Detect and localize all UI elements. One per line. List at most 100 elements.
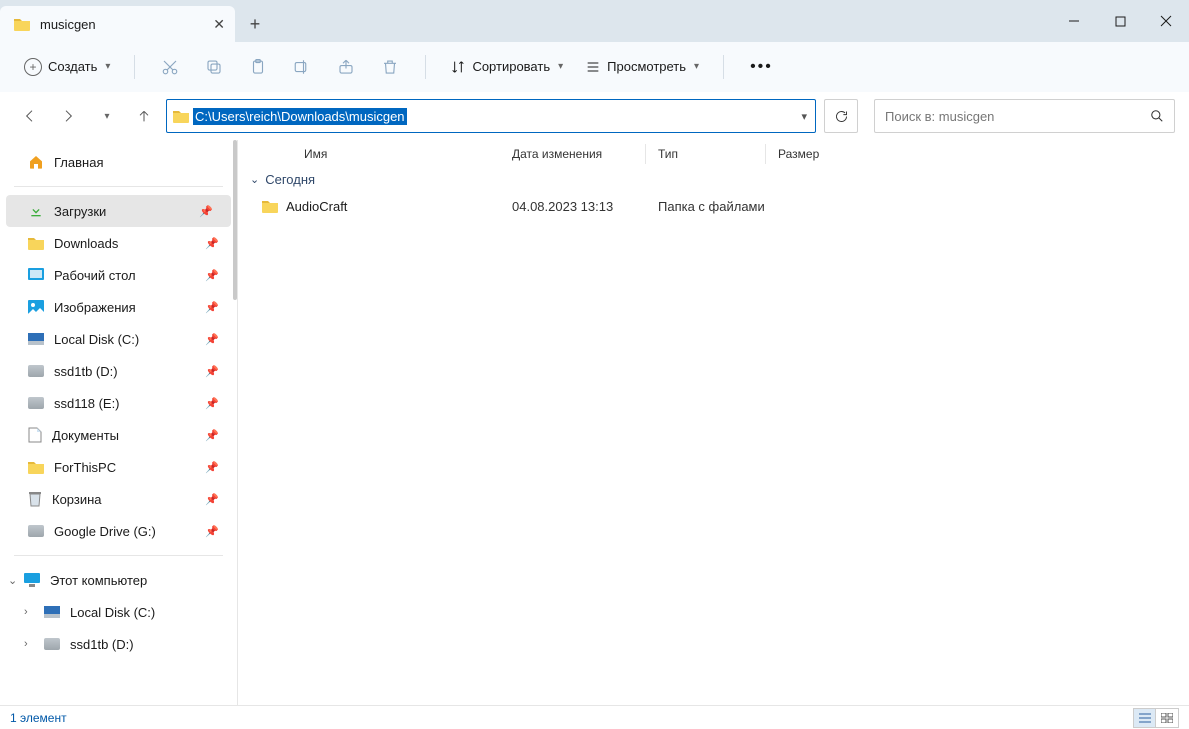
recent-button[interactable]: ▾ xyxy=(90,100,122,132)
folder-icon xyxy=(173,109,189,123)
chevron-right-icon[interactable]: › xyxy=(24,606,28,618)
folder-icon xyxy=(262,199,278,213)
window-minimize[interactable] xyxy=(1051,0,1097,42)
new-button-label: Создать xyxy=(48,59,97,74)
sidebar-item-downloads-ru[interactable]: Загрузки 📌 xyxy=(6,195,231,227)
disk-icon xyxy=(28,365,44,377)
pc-icon xyxy=(24,573,40,587)
sidebar-item-downloads-en[interactable]: Downloads 📌 xyxy=(0,227,237,259)
refresh-button[interactable] xyxy=(824,99,858,133)
col-name-label: Имя xyxy=(304,147,327,161)
sidebar-divider xyxy=(14,555,223,556)
window-maximize[interactable] xyxy=(1097,0,1143,42)
col-size[interactable]: Размер xyxy=(766,144,866,164)
tab-current[interactable]: musicgen ✕ xyxy=(0,6,235,42)
sidebar-this-pc[interactable]: ⌄ Этот компьютер xyxy=(0,564,237,596)
rename-button[interactable] xyxy=(283,50,321,84)
col-type[interactable]: Тип xyxy=(646,144,766,164)
row-date: 04.08.2023 13:13 xyxy=(500,199,646,214)
sidebar-item-documents[interactable]: Документы 📌 xyxy=(0,419,237,451)
col-date-label: Дата изменения xyxy=(512,147,602,161)
chevron-down-icon[interactable]: ▾ xyxy=(801,110,807,123)
paste-button[interactable] xyxy=(239,50,277,84)
sidebar-item-forthispc[interactable]: ForThisPC 📌 xyxy=(0,451,237,483)
sidebar-item-desktop[interactable]: Рабочий стол 📌 xyxy=(0,259,237,291)
up-button[interactable] xyxy=(128,100,160,132)
address-path: C:\Users\reich\Downloads\musicgen xyxy=(193,108,407,125)
pictures-icon xyxy=(28,300,44,314)
view-button[interactable]: Просмотреть ▾ xyxy=(577,55,707,79)
sidebar-item-label: Local Disk (C:) xyxy=(70,605,155,620)
pin-icon: 📌 xyxy=(205,397,219,410)
delete-button[interactable] xyxy=(371,50,409,84)
folder-icon xyxy=(14,17,30,31)
new-tab-button[interactable]: + xyxy=(235,6,275,42)
sort-label: Сортировать xyxy=(472,59,550,74)
view-details-button[interactable] xyxy=(1134,709,1156,727)
col-name[interactable]: Имя xyxy=(254,144,500,164)
sidebar-item-label: Рабочий стол xyxy=(54,268,136,283)
col-type-label: Тип xyxy=(658,147,678,161)
file-row[interactable]: AudioCraft 04.08.2023 13:13 Папка с файл… xyxy=(238,191,1189,221)
view-icons-button[interactable] xyxy=(1156,709,1178,727)
sidebar-pc-child-d[interactable]: › ssd1tb (D:) xyxy=(0,628,237,660)
group-header[interactable]: ⌄ Сегодня xyxy=(238,168,1189,191)
share-button[interactable] xyxy=(327,50,365,84)
cut-button[interactable] xyxy=(151,50,189,84)
sidebar-item-label: ssd1tb (D:) xyxy=(70,637,134,652)
col-date[interactable]: Дата изменения xyxy=(500,144,646,164)
separator xyxy=(134,55,135,79)
sidebar-item-pictures[interactable]: Изображения 📌 xyxy=(0,291,237,323)
pin-icon: 📌 xyxy=(205,365,219,378)
pin-icon: 📌 xyxy=(205,525,219,538)
sidebar-home[interactable]: Главная xyxy=(0,146,237,178)
chevron-down-icon[interactable]: ⌄ xyxy=(8,574,17,587)
separator xyxy=(425,55,426,79)
tab-title: musicgen xyxy=(40,17,96,32)
documents-icon xyxy=(28,427,42,443)
chevron-down-icon: ▾ xyxy=(104,111,109,122)
row-name-cell: AudioCraft xyxy=(254,199,500,214)
sidebar-item-label: Downloads xyxy=(54,236,118,251)
sidebar: Главная Загрузки 📌 Downloads 📌 Рабочий с… xyxy=(0,140,238,705)
sort-button[interactable]: Сортировать ▾ xyxy=(442,55,571,79)
copy-button[interactable] xyxy=(195,50,233,84)
window-controls xyxy=(1051,0,1189,42)
search-icon xyxy=(1150,109,1164,123)
nav-row: ▾ C:\Users\reich\Downloads\musicgen ▾ По… xyxy=(0,92,1189,140)
pin-icon: 📌 xyxy=(205,493,219,506)
col-size-label: Размер xyxy=(778,147,819,161)
download-icon xyxy=(28,203,44,219)
sidebar-item-disk-g[interactable]: Google Drive (G:) 📌 xyxy=(0,515,237,547)
sidebar-item-disk-e[interactable]: ssd118 (E:) 📌 xyxy=(0,387,237,419)
recycle-icon xyxy=(28,491,42,507)
more-button[interactable]: ••• xyxy=(740,54,783,80)
sidebar-item-label: Изображения xyxy=(54,300,136,315)
folder-icon xyxy=(28,460,44,474)
column-headers: Имя Дата изменения Тип Размер xyxy=(238,140,1189,168)
sidebar-item-recycle[interactable]: Корзина 📌 xyxy=(0,483,237,515)
sidebar-item-label: Local Disk (C:) xyxy=(54,332,139,347)
disk-icon xyxy=(28,333,44,345)
search-input[interactable]: Поиск в: musicgen xyxy=(874,99,1175,133)
folder-icon xyxy=(28,236,44,250)
back-button[interactable] xyxy=(14,100,46,132)
status-text: 1 элемент xyxy=(10,711,67,725)
titlebar: musicgen ✕ + xyxy=(0,0,1189,42)
content-area: Имя Дата изменения Тип Размер ⌄ Сегодня … xyxy=(238,140,1189,705)
search-placeholder: Поиск в: musicgen xyxy=(885,109,994,124)
close-tab-icon[interactable]: ✕ xyxy=(213,16,225,33)
address-bar[interactable]: C:\Users\reich\Downloads\musicgen ▾ xyxy=(166,99,816,133)
chevron-down-icon: ▾ xyxy=(694,61,699,72)
forward-button[interactable] xyxy=(52,100,84,132)
sidebar-item-disk-c[interactable]: Local Disk (C:) 📌 xyxy=(0,323,237,355)
chevron-right-icon[interactable]: › xyxy=(24,638,28,650)
sidebar-item-label: Корзина xyxy=(52,492,102,507)
pin-icon: 📌 xyxy=(205,301,219,314)
window-close[interactable] xyxy=(1143,0,1189,42)
sidebar-pc-child-c[interactable]: › Local Disk (C:) xyxy=(0,596,237,628)
new-button[interactable]: + Создать ▾ xyxy=(16,54,118,80)
pin-icon: 📌 xyxy=(205,429,219,442)
sidebar-item-disk-d[interactable]: ssd1tb (D:) 📌 xyxy=(0,355,237,387)
sidebar-this-pc-label: Этот компьютер xyxy=(50,573,147,588)
